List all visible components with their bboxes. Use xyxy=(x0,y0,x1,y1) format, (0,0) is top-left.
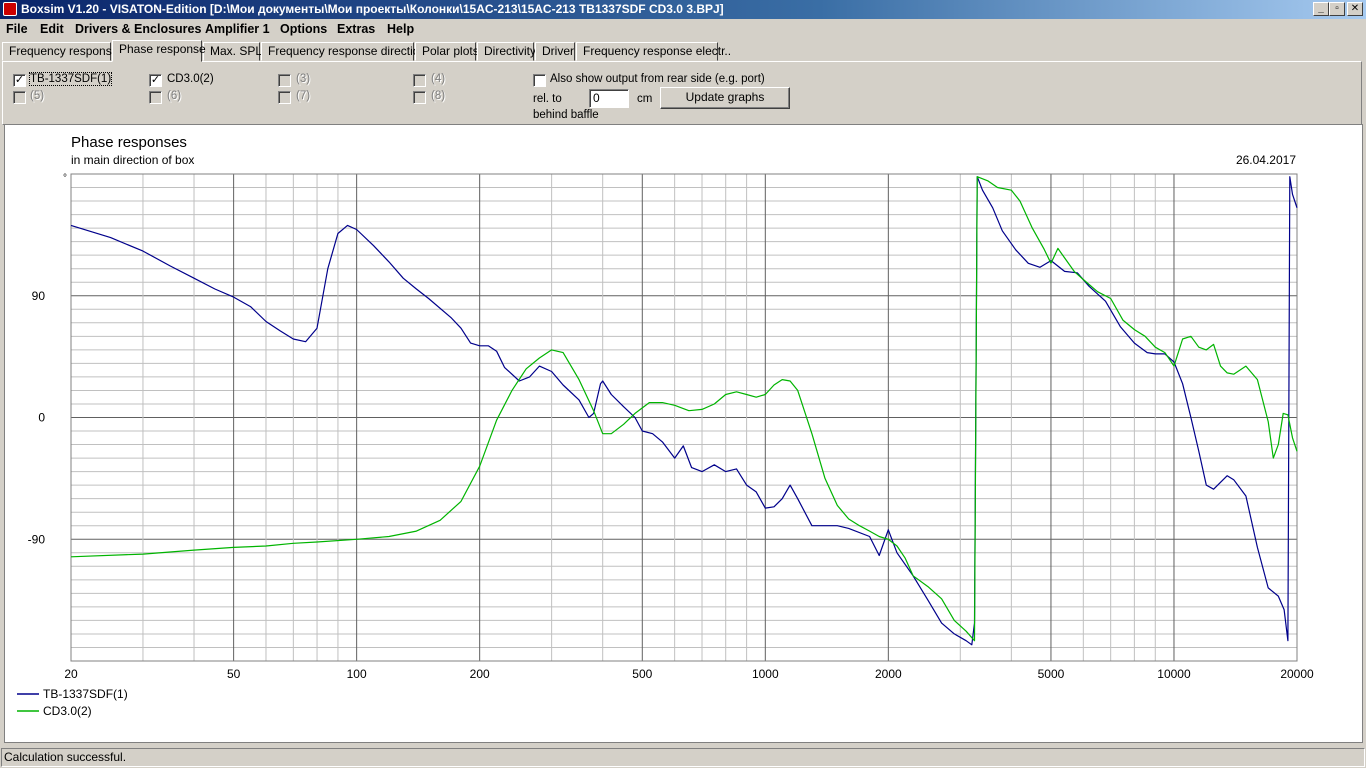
y-tick-label: 90 xyxy=(32,289,46,303)
chart-subtitle: in main direction of box xyxy=(71,153,194,167)
restore-button[interactable]: ▫ xyxy=(1329,2,1345,16)
behind-baffle-label: behind baffle xyxy=(533,109,599,121)
x-tick-label: 2000 xyxy=(875,667,902,681)
driver-3-label: (3) xyxy=(296,73,311,85)
close-button[interactable]: ✕ xyxy=(1347,2,1363,16)
tab-max-spl[interactable]: Max. SPL xyxy=(203,42,262,61)
tab-phase-response[interactable]: Phase response xyxy=(112,40,206,62)
status-text: Calculation successful. xyxy=(1,748,1365,767)
driver-5-label: (5) xyxy=(30,90,45,102)
minimize-button[interactable]: _ xyxy=(1313,2,1329,16)
driver-6-label: (6) xyxy=(167,90,182,102)
y-tick-label: -90 xyxy=(28,532,46,546)
rel-to-label: rel. to xyxy=(533,93,562,105)
x-tick-label: 200 xyxy=(470,667,490,681)
driver-2-label: CD3.0(2) xyxy=(167,73,214,85)
tab-directivity[interactable]: Directivity xyxy=(477,42,536,61)
driver-2-checkbox[interactable]: ✓ xyxy=(149,74,162,87)
y-unit-marker: ° xyxy=(63,173,67,184)
x-tick-label: 50 xyxy=(227,667,241,681)
x-tick-label: 100 xyxy=(347,667,367,681)
menu-edit[interactable]: Edit xyxy=(40,22,64,36)
rear-side-checkbox[interactable] xyxy=(533,74,546,87)
tab-frequency-response-directions[interactable]: Frequency response directions xyxy=(261,42,432,61)
x-tick-label: 1000 xyxy=(752,667,779,681)
rear-side-label: Also show output from rear side (e.g. po… xyxy=(550,73,765,85)
driver-1-label: TB-1337SDF(1) xyxy=(28,72,113,86)
y-tick-label: 0 xyxy=(38,411,45,425)
menu-amplifier[interactable]: Amplifier 1 xyxy=(205,22,270,36)
chart-title: Phase responses xyxy=(71,134,187,151)
app-icon xyxy=(3,2,17,16)
driver-1-checkbox[interactable]: ✓ xyxy=(13,74,26,87)
driver-5-checkbox[interactable] xyxy=(13,91,26,104)
driver-4-label: (4) xyxy=(431,73,446,85)
tab-driver[interactable]: Driver xyxy=(535,42,575,61)
offset-input[interactable]: 0 xyxy=(589,89,629,108)
window-title: Boxsim V1.20 - VISATON-Edition [D:\Мои д… xyxy=(21,2,724,16)
x-tick-label: 10000 xyxy=(1157,667,1191,681)
offset-unit-label: cm xyxy=(637,93,653,105)
chart-area: Phase responses in main direction of box… xyxy=(4,124,1363,743)
x-tick-label: 5000 xyxy=(1038,667,1065,681)
menu-file[interactable]: File xyxy=(6,22,28,36)
driver-7-label: (7) xyxy=(296,90,311,102)
menu-options[interactable]: Options xyxy=(280,22,327,36)
grid xyxy=(70,173,1298,662)
driver-7-checkbox[interactable] xyxy=(278,91,291,104)
menu-bar: File Edit Drivers & Enclosures Amplifier… xyxy=(0,19,1366,39)
menu-extras[interactable]: Extras xyxy=(337,22,375,36)
tab-polar-plots[interactable]: Polar plots xyxy=(415,42,479,61)
x-tick-label: 20 xyxy=(64,667,78,681)
driver-4-checkbox[interactable] xyxy=(413,74,426,87)
series-line-2 xyxy=(70,176,1298,642)
driver-8-label: (8) xyxy=(431,90,446,102)
x-tick-label: 20000 xyxy=(1280,667,1314,681)
tab-frequency-response[interactable]: Frequency response. xyxy=(2,42,122,61)
legend-label: CD3.0(2) xyxy=(43,704,92,718)
title-bar: Boxsim V1.20 - VISATON-Edition [D:\Мои д… xyxy=(0,0,1366,19)
tab-frequency-response-electrical[interactable]: Frequency response electr.. xyxy=(576,42,731,61)
menu-help[interactable]: Help xyxy=(387,22,414,36)
legend: TB-1337SDF(1) CD3.0(2) xyxy=(17,687,128,718)
x-tick-label: 500 xyxy=(632,667,652,681)
legend-label: TB-1337SDF(1) xyxy=(43,687,128,701)
chart-date: 26.04.2017 xyxy=(1236,153,1296,167)
series xyxy=(70,176,1298,646)
series-line-1 xyxy=(70,176,1298,646)
status-bar: Calculation successful. xyxy=(0,746,1366,768)
phase-response-chart: Phase responses in main direction of box… xyxy=(17,134,1314,718)
driver-8-checkbox[interactable] xyxy=(413,91,426,104)
menu-drivers-enclosures[interactable]: Drivers & Enclosures xyxy=(75,22,201,36)
driver-3-checkbox[interactable] xyxy=(278,74,291,87)
update-graphs-button[interactable]: Update graphs xyxy=(660,87,790,109)
driver-6-checkbox[interactable] xyxy=(149,91,162,104)
options-panel: ✓ TB-1337SDF(1) ✓ CD3.0(2) (3) (4) (5) (… xyxy=(2,61,1362,125)
